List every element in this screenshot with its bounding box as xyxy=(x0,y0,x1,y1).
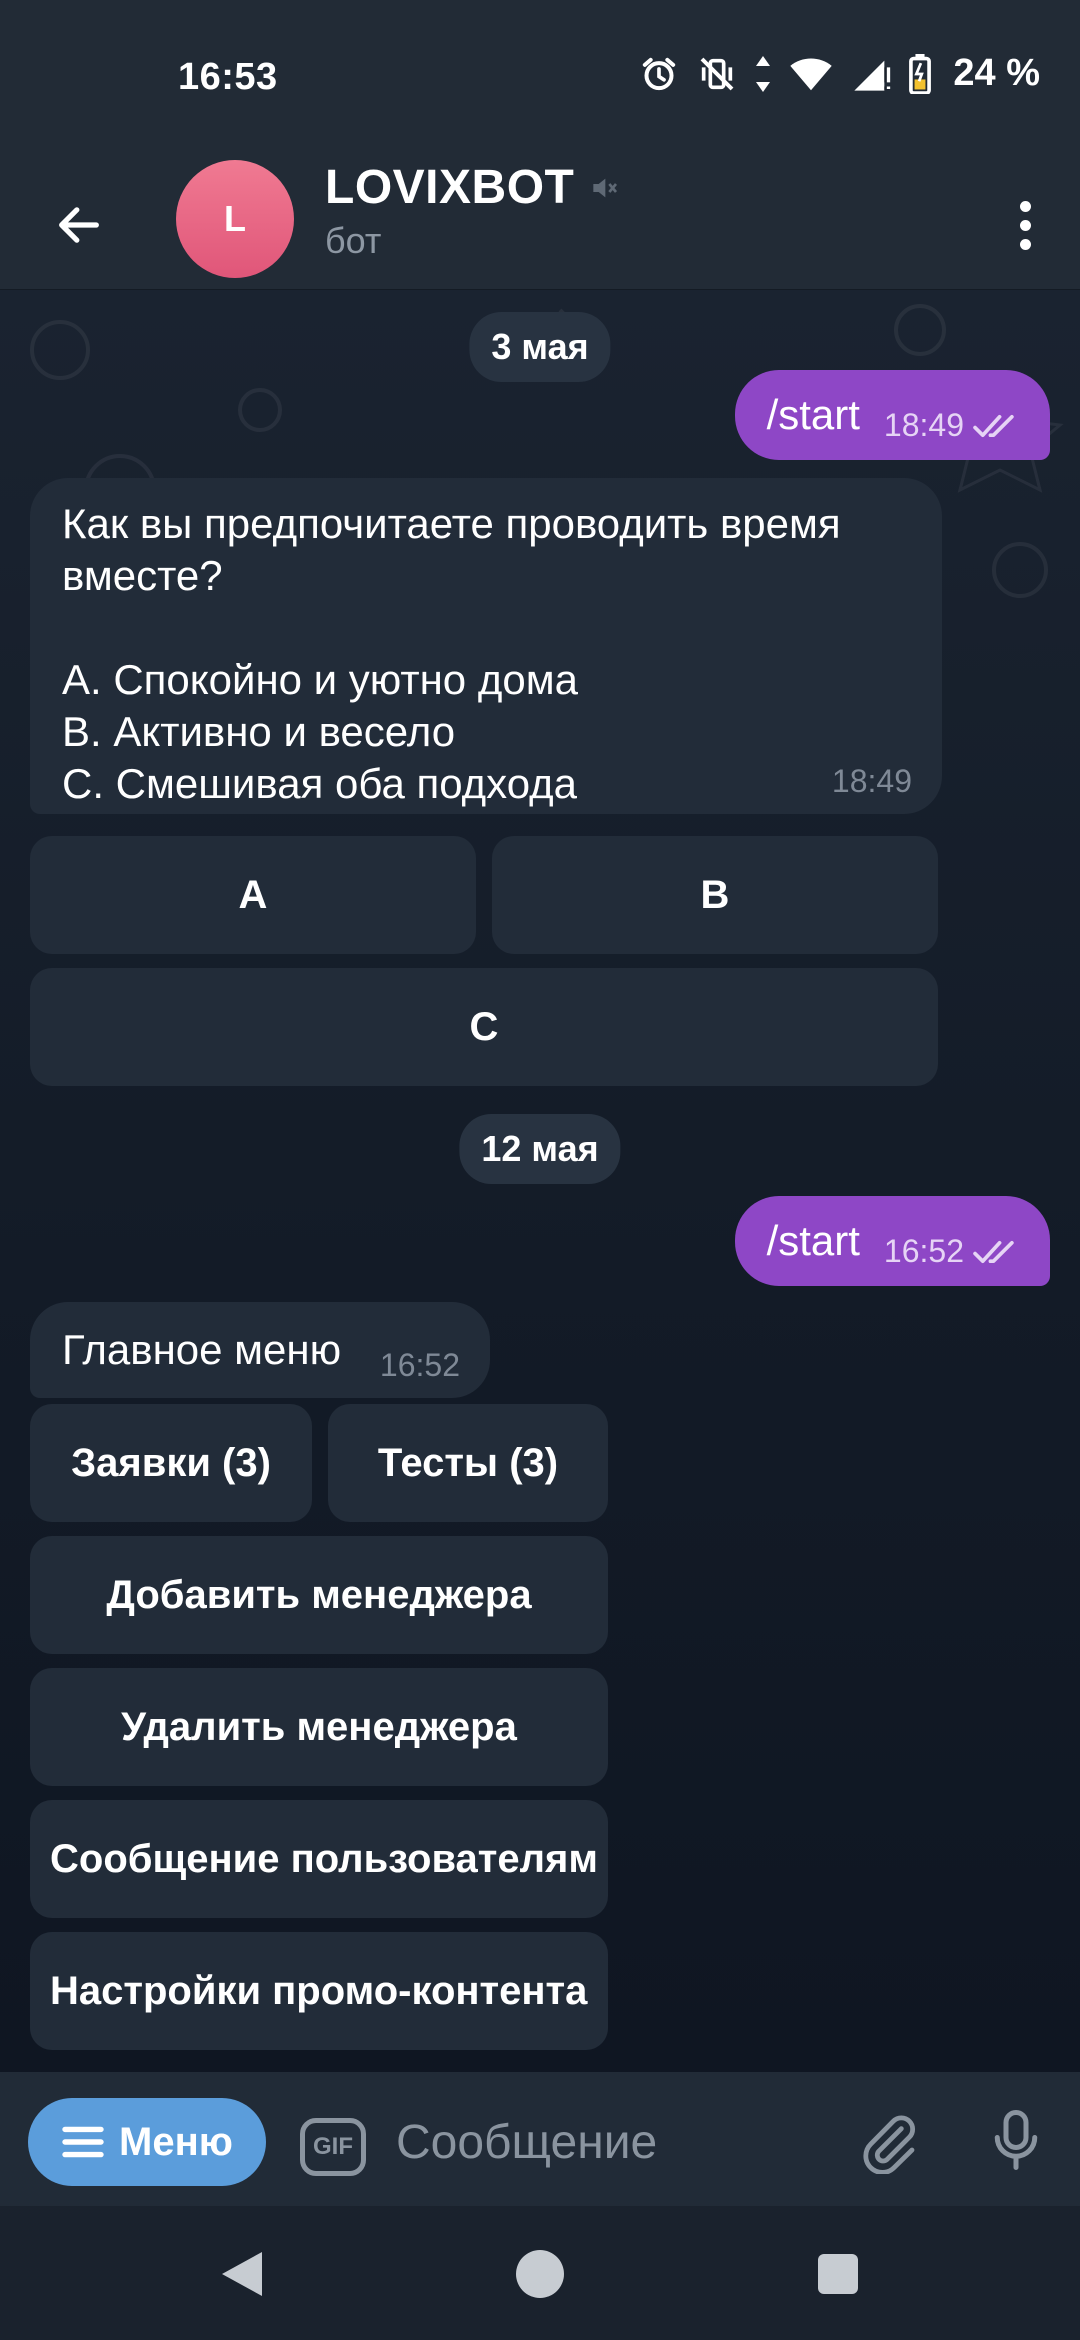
nav-back-icon[interactable] xyxy=(218,2248,266,2300)
keyboard-button-message-users[interactable]: Сообщение пользователям xyxy=(30,1800,608,1918)
muted-speaker-icon xyxy=(593,178,618,197)
avatar[interactable]: L xyxy=(176,160,294,278)
message-time: 18:49 xyxy=(884,407,1018,444)
hamburger-icon xyxy=(62,2126,104,2158)
status-bar: 16:53 24 % xyxy=(0,0,1080,160)
more-dot-icon xyxy=(1019,219,1031,231)
attach-button[interactable] xyxy=(848,2102,928,2182)
keyboard-button-requests[interactable]: Заявки (3) xyxy=(30,1404,312,1522)
status-time: 16:53 xyxy=(178,56,278,98)
chat-subtitle: бот xyxy=(325,220,382,261)
arrow-left-icon xyxy=(59,207,99,243)
chat-title[interactable]: LOVIXBOT xyxy=(325,160,620,215)
gif-button[interactable]: GIF xyxy=(300,2118,366,2176)
microphone-icon xyxy=(994,2110,1038,2170)
battery-icon xyxy=(909,53,932,94)
nav-home-icon[interactable] xyxy=(516,2250,564,2298)
message-time-text: 18:49 xyxy=(883,407,964,443)
system-nav-bar xyxy=(0,2206,1080,2340)
message-input-bar: Меню GIF xyxy=(0,2072,1080,2206)
message-text: /start xyxy=(766,391,860,438)
paperclip-icon xyxy=(863,2115,916,2174)
chat-title-text: LOVIXBOT xyxy=(325,161,575,214)
message-time: 16:52 xyxy=(379,1347,460,1383)
keyboard-button-add-manager[interactable]: Добавить менеджера xyxy=(30,1536,608,1654)
bot-menu-label: Меню xyxy=(119,2119,233,2164)
signal-icon xyxy=(854,60,891,91)
keyboard-button-a[interactable]: A xyxy=(30,836,476,954)
message-text: /start xyxy=(766,1217,860,1264)
incoming-message[interactable]: Главное меню 16:52 xyxy=(30,1302,490,1398)
data-arrows-icon xyxy=(756,55,771,92)
voice-button[interactable] xyxy=(976,2098,1056,2182)
message-text: Как вы предпочитаете проводить время вме… xyxy=(62,500,841,807)
battery-percent: 24 % xyxy=(953,52,1040,94)
chat-area[interactable]: 3 мая /start 18:49 Как вы предпочитаете … xyxy=(0,290,1080,2072)
message-input[interactable] xyxy=(396,2100,816,2184)
double-check-icon xyxy=(973,414,1014,437)
keyboard-button-b[interactable]: B xyxy=(492,836,938,954)
back-button[interactable] xyxy=(44,190,114,260)
bot-menu-button[interactable]: Меню xyxy=(28,2098,266,2186)
incoming-message[interactable]: Как вы предпочитаете проводить время вме… xyxy=(30,478,942,814)
outgoing-message[interactable]: /start 16:52 xyxy=(734,1196,1050,1286)
more-dot-icon xyxy=(1019,200,1031,212)
date-separator: 12 мая xyxy=(459,1114,621,1184)
more-menu-button[interactable] xyxy=(990,180,1060,270)
vibrate-off-icon xyxy=(700,57,734,90)
double-check-icon xyxy=(973,1240,1014,1263)
alarm-icon xyxy=(643,57,676,90)
outgoing-message[interactable]: /start 18:49 xyxy=(734,370,1050,460)
keyboard-button-remove-manager[interactable]: Удалить менеджера xyxy=(30,1668,608,1786)
message-time: 18:49 xyxy=(831,763,912,799)
keyboard-button-promo-settings[interactable]: Настройки промо-контента xyxy=(30,1932,608,2050)
message-time: 16:52 xyxy=(884,1233,1018,1270)
keyboard-button-c[interactable]: C xyxy=(30,968,938,1086)
keyboard-button-tests[interactable]: Тесты (3) xyxy=(328,1404,608,1522)
status-icons: 24 % xyxy=(639,52,1040,95)
more-dot-icon xyxy=(1019,238,1031,250)
message-time-text: 16:52 xyxy=(883,1233,964,1269)
nav-recents-icon[interactable] xyxy=(818,2254,858,2294)
date-separator: 3 мая xyxy=(469,312,611,382)
chat-header: L LOVIXBOT бот xyxy=(0,160,1080,290)
wifi-icon xyxy=(790,57,833,90)
